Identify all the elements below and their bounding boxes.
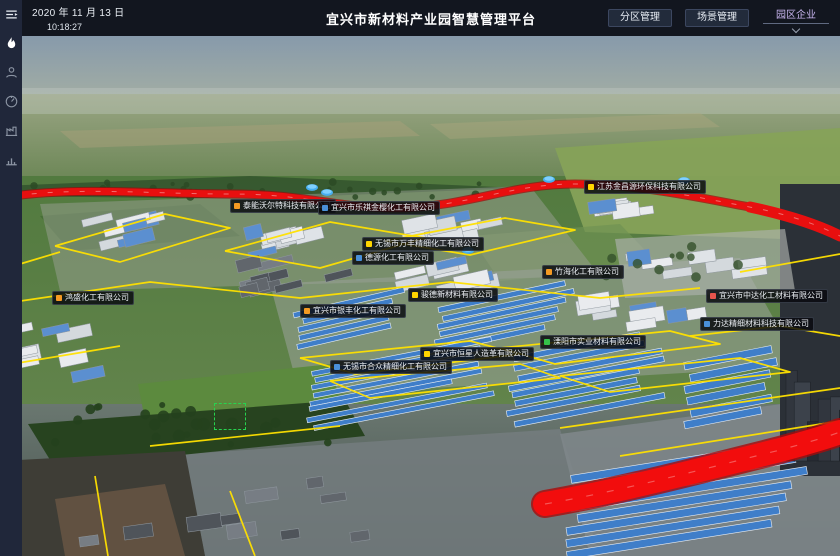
company-marker-icon [710,293,716,299]
company-marker-icon [334,364,340,370]
map-company-label[interactable]: 宜兴市银丰化工有限公司 [300,304,406,318]
map-company-label[interactable]: 鸿盛化工有限公司 [52,291,134,305]
company-marker-icon [322,205,328,211]
scene-management-button[interactable]: 场景管理 [685,9,749,27]
zone-management-button[interactable]: 分区管理 [608,9,672,27]
company-name: 宜兴市恒星人造革有限公司 [433,349,529,359]
company-name: 溧阳市实业材料有限公司 [553,337,641,347]
map-company-label[interactable]: 江苏金昌源环保科技有限公司 [584,180,706,194]
map-company-label[interactable]: 竹海化工有限公司 [542,265,624,279]
company-marker-icon [424,351,430,357]
sidebar-item-user[interactable] [2,63,20,81]
company-name: 骏德新材料有限公司 [421,290,493,300]
company-marker-icon [356,255,362,261]
company-marker-icon [544,339,550,345]
company-name: 宜兴市中达化工材料有限公司 [719,291,823,301]
page-title: 宜兴市新材料产业园智慧管理平台 [326,9,536,28]
map-company-label[interactable]: 宜兴市中达化工材料有限公司 [706,289,828,303]
left-toolbar [0,0,22,556]
blue-3d-marker[interactable] [306,179,319,197]
gauge-icon [4,94,19,109]
chevron-down-icon [792,24,800,32]
map-company-label[interactable]: 德源化工有限公司 [352,251,434,265]
map-company-label[interactable]: 宜兴市乐祺金樱化工有限公司 [318,201,440,215]
company-name: 鸿盛化工有限公司 [65,293,129,303]
dropdown-label: 园区企业 [776,5,816,23]
header-date: 2020 年 11 月 13 日 [32,4,124,19]
factory-icon [4,123,19,138]
company-marker-icon [546,269,552,275]
user-icon [4,65,19,80]
map-company-label[interactable]: 宜兴市恒星人造革有限公司 [420,347,534,361]
company-marker-icon [412,292,418,298]
company-marker-icon [56,295,62,301]
company-marker-icon [366,241,372,247]
company-marker-icon [704,321,710,327]
company-name: 德源化工有限公司 [365,253,429,263]
header-actions: 分区管理场景管理 园区企业 [608,5,840,32]
company-name: 宜兴市乐祺金樱化工有限公司 [331,203,435,213]
map-company-label[interactable]: 无锡市合众精细化工有限公司 [330,360,452,374]
sidebar-item-menu[interactable] [2,5,20,23]
company-name: 无锡市合众精细化工有限公司 [343,362,447,372]
map-company-label[interactable]: 溧阳市实业材料有限公司 [540,335,646,349]
sidebar-item-fire[interactable] [2,34,20,52]
company-marker-icon [234,203,240,209]
flame-icon [4,36,19,51]
map-company-label[interactable]: 力达精细材料科技有限公司 [700,317,814,331]
datetime-block: 2020 年 11 月 13 日 10:18:27 [22,4,124,32]
company-marker-icon [588,184,594,190]
header-buttons: 分区管理场景管理 [608,9,749,27]
park-enterprises-dropdown[interactable]: 园区企业 [762,5,830,32]
map-company-label[interactable]: 骏德新材料有限公司 [408,288,498,302]
dropdown-underline [763,23,829,24]
map-selection-box [214,403,246,430]
sidebar-item-factory[interactable] [2,121,20,139]
company-name: 无锡市万丰精细化工有限公司 [375,239,479,249]
blue-3d-marker[interactable] [543,171,556,189]
bar-chart-icon [4,152,19,167]
top-header: 2020 年 11 月 13 日 10:18:27 宜兴市新材料产业园智慧管理平… [22,0,840,36]
company-marker-icon [304,308,310,314]
menu-icon [4,7,19,22]
company-name: 竹海化工有限公司 [555,267,619,277]
sidebar-item-stats[interactable] [2,150,20,168]
company-name: 力达精细材料科技有限公司 [713,319,809,329]
sidebar-item-gauge[interactable] [2,92,20,110]
map-company-label[interactable]: 无锡市万丰精细化工有限公司 [362,237,484,251]
header-time: 10:18:27 [47,22,124,32]
map-3d-viewport[interactable]: 泰能沃尔特科技有限公司宜兴市乐祺金樱化工有限公司无锡市万丰精细化工有限公司德源化… [0,36,840,556]
company-name: 宜兴市银丰化工有限公司 [313,306,401,316]
app-root: 泰能沃尔特科技有限公司宜兴市乐祺金樱化工有限公司无锡市万丰精细化工有限公司德源化… [0,0,840,556]
company-name: 江苏金昌源环保科技有限公司 [597,182,701,192]
